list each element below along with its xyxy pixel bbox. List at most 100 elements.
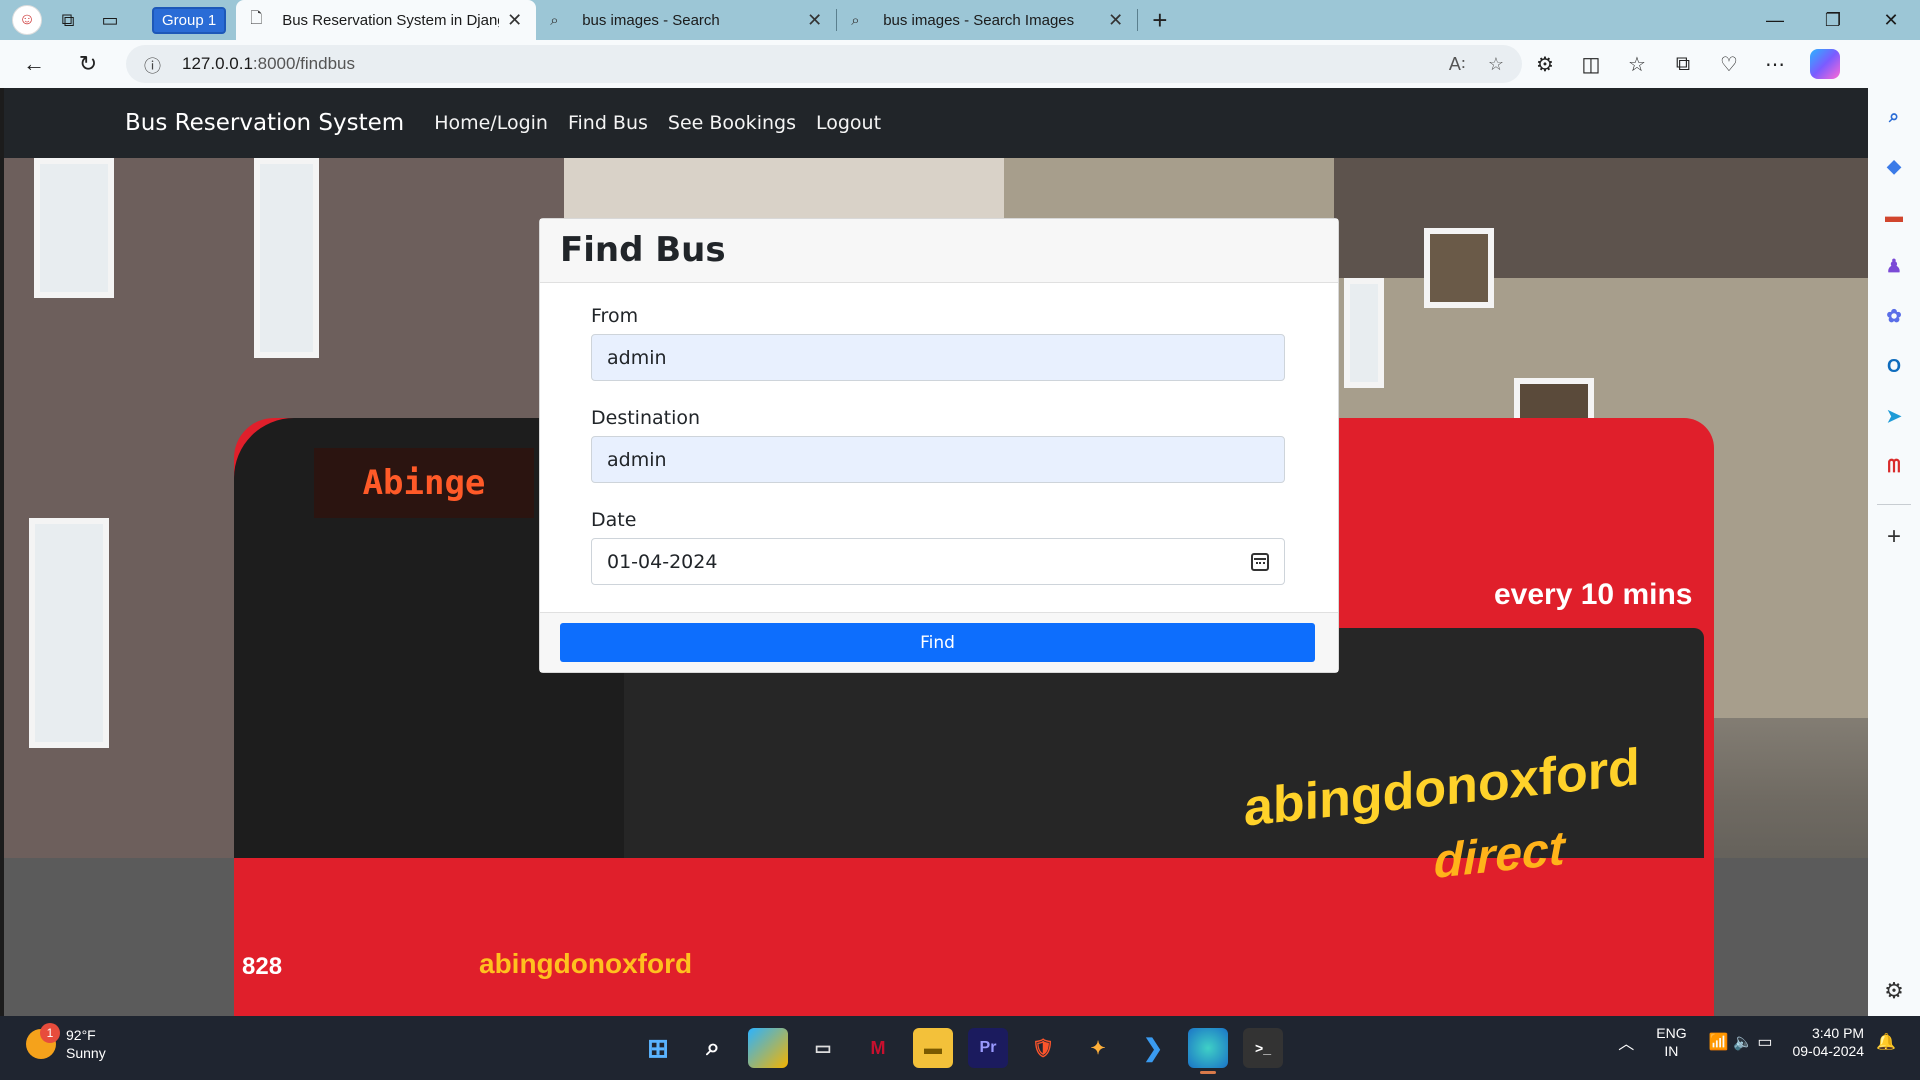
clock-time: 3:40 PM [1811, 1025, 1865, 1041]
card-body: From admin Destination admin Date 01-04-… [540, 283, 1338, 585]
mcafee-icon[interactable]: M [858, 1028, 898, 1068]
navbar-brand[interactable]: Bus Reservation System [125, 110, 404, 136]
lang-top: ENG [1656, 1025, 1687, 1041]
page-title: Find Bus [560, 230, 726, 270]
url-host: 127.0.0.1 [182, 54, 253, 73]
bus-brand-front: abingdonoxford [479, 948, 693, 979]
date-input[interactable]: 01-04-2024 [591, 538, 1285, 585]
premiere-icon[interactable]: Pr [968, 1028, 1008, 1068]
favorites-icon[interactable]: ☆ [1614, 44, 1660, 84]
app-m-icon[interactable]: ᗰ [1878, 450, 1910, 482]
wifi-volume-battery-icons[interactable]: 📶 🔈 ▭ [1709, 1032, 1773, 1052]
building-window [29, 518, 109, 748]
search-icon[interactable]: ⌕ [693, 1028, 733, 1068]
bus-fleet-number: 828 [242, 953, 283, 980]
shopping-icon[interactable]: ◆ [1878, 150, 1910, 182]
extensions-icon[interactable]: ⚙ [1522, 44, 1568, 84]
browser-essentials-icon[interactable]: ♡ [1706, 44, 1752, 84]
copilot-taskbar-icon[interactable] [748, 1028, 788, 1068]
more-menu-icon[interactable]: ⋯ [1752, 44, 1798, 84]
tab-group-chip[interactable]: Group 1 [152, 6, 227, 34]
window-close-icon[interactable]: ✕ [1862, 0, 1920, 40]
system-tray: ︿ ENG IN 📶 🔈 ▭ 3:40 PM 09-04-2024 🔔 [1618, 1024, 1896, 1060]
language-indicator[interactable]: ENG IN [1656, 1024, 1686, 1060]
search-icon[interactable]: ⌕ [1878, 100, 1910, 132]
outlook-icon[interactable]: O [1878, 350, 1910, 382]
address-bar[interactable]: ⓘ 127.0.0.1:8000/findbus A꞉ ☆ [126, 45, 1522, 83]
copilot-icon[interactable] [1810, 49, 1840, 79]
window-controls: — ❐ ✕ [1746, 0, 1920, 40]
restore-icon[interactable]: ❐ [1804, 0, 1862, 40]
search-icon: ⌕ [851, 11, 860, 29]
windows-taskbar: 1 92°F Sunny ⊞ ⌕ ▭ M ▬ Pr 🛡 ✦ ❯ >_ ︿ ENG… [0, 1016, 1920, 1080]
from-input[interactable]: admin [591, 334, 1285, 381]
file-explorer-icon[interactable]: ▬ [913, 1028, 953, 1068]
close-icon[interactable]: ✕ [1108, 10, 1123, 31]
clock[interactable]: 3:40 PM 09-04-2024 [1792, 1024, 1864, 1060]
edge-icon[interactable] [1188, 1028, 1228, 1074]
building-window [1344, 278, 1384, 388]
close-icon[interactable]: ✕ [807, 10, 822, 31]
sun-icon: 1 [26, 1023, 60, 1059]
profile-avatar[interactable]: ☺ [12, 5, 42, 35]
web-page-viewport: Bus Reservation System Home/Login Find B… [4, 88, 1868, 1016]
copilot-app-icon[interactable]: ✿ [1878, 300, 1910, 332]
tab-bus-reservation[interactable]: 🗋 Bus Reservation System in Djang ✕ [236, 0, 537, 40]
page-icon: 🗋 [250, 9, 263, 27]
date-value: 01-04-2024 [607, 550, 718, 573]
nav-find-bus[interactable]: Find Bus [568, 112, 648, 134]
building-roof [1334, 158, 1868, 278]
vscode-icon[interactable]: ❯ [1133, 1028, 1173, 1068]
reload-icon[interactable]: ↻ [68, 44, 108, 84]
weather-desc: Sunny [66, 1045, 106, 1061]
site-info-icon[interactable]: ⓘ [144, 52, 172, 77]
weather-temp: 92°F [66, 1027, 96, 1043]
search-icon: ⌕ [550, 11, 559, 29]
tab-actions-icon[interactable]: ▭ [94, 4, 126, 36]
site-navbar: Bus Reservation System Home/Login Find B… [4, 88, 1868, 158]
tab-bus-images-search-images[interactable]: ⌕ bus images - Search Images ✕ [837, 0, 1137, 40]
lang-bottom: IN [1664, 1043, 1679, 1059]
favorite-star-icon[interactable]: ☆ [1488, 54, 1504, 75]
nav-logout[interactable]: Logout [816, 112, 881, 134]
chevron-up-icon[interactable]: ︿ [1618, 1030, 1634, 1054]
browser-tab-strip: ☺ ⧉ ▭ Group 1 🗋 Bus Reservation System i… [0, 0, 1920, 40]
tab-bus-images-search[interactable]: ⌕ bus images - Search ✕ [536, 0, 836, 40]
notification-badge: 1 [40, 1023, 60, 1043]
tab-title: Bus Reservation System in Djang [282, 11, 500, 29]
destination-input[interactable]: admin [591, 436, 1285, 483]
workspaces-icon[interactable]: ⧉ [52, 4, 84, 36]
add-icon[interactable]: + [1878, 521, 1910, 553]
find-bus-card: Find Bus From admin Destination admin Da… [539, 218, 1339, 673]
notification-bell-icon[interactable]: 🔔 [1876, 1032, 1896, 1052]
davinci-icon[interactable]: ✦ [1078, 1028, 1118, 1068]
brave-icon[interactable]: 🛡 [1023, 1028, 1063, 1068]
back-icon[interactable]: ← [14, 44, 54, 84]
task-view-icon[interactable]: ▭ [803, 1028, 843, 1068]
minimize-icon[interactable]: — [1746, 0, 1804, 40]
clock-date: 09-04-2024 [1792, 1043, 1865, 1059]
weather-text: 92°F Sunny [66, 1026, 106, 1062]
terminal-icon[interactable]: >_ [1243, 1028, 1283, 1068]
collections-icon[interactable]: ⧉ [1660, 44, 1706, 84]
start-icon[interactable]: ⊞ [638, 1028, 678, 1068]
card-header: Find Bus [540, 219, 1338, 283]
read-aloud-icon[interactable]: A꞉ [1449, 54, 1466, 75]
calendar-icon[interactable] [1251, 552, 1269, 571]
nav-see-bookings[interactable]: See Bookings [668, 112, 796, 134]
settings-icon[interactable]: ⚙ [1884, 978, 1904, 1004]
games-icon[interactable]: ♟ [1878, 250, 1910, 282]
building-window [1424, 228, 1494, 308]
send-icon[interactable]: ➤ [1878, 400, 1910, 432]
sidebar-divider [1877, 504, 1911, 505]
find-button[interactable]: Find [560, 623, 1315, 662]
split-screen-icon[interactable]: ◫ [1568, 44, 1614, 84]
new-tab-icon[interactable]: + [1152, 5, 1167, 36]
destination-label: Destination [591, 407, 701, 429]
tab-title: bus images - Search [582, 11, 720, 29]
nav-home-login[interactable]: Home/Login [434, 112, 548, 134]
weather-widget[interactable]: 1 92°F Sunny [26, 1023, 106, 1062]
close-icon[interactable]: ✕ [507, 10, 522, 31]
tools-icon[interactable]: ▬ [1878, 200, 1910, 232]
url-text[interactable]: 127.0.0.1:8000/findbus [182, 54, 1427, 74]
